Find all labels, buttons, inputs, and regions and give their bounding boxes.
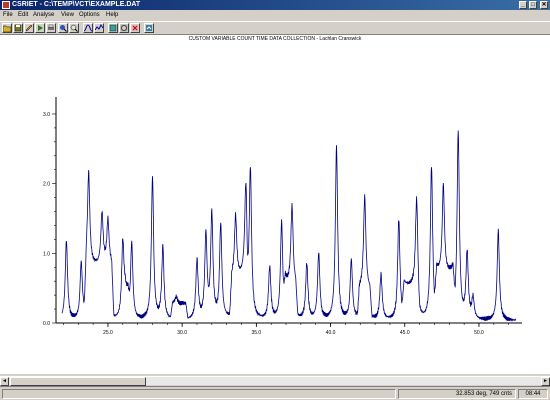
menu-bar: File Edit Analyse View Options Help	[0, 10, 550, 21]
maximize-button[interactable]: □	[529, 1, 537, 9]
zoom-in-button[interactable]	[58, 23, 68, 33]
open-button[interactable]	[2, 23, 12, 33]
minimize-button[interactable]: _	[519, 1, 527, 9]
x-tick-label: 45.0	[400, 330, 410, 336]
cursor-position: 32.853 deg, 749 cnts	[398, 389, 516, 399]
print-icon	[48, 24, 54, 30]
save-button[interactable]	[13, 23, 23, 33]
x-tick-label: 40.0	[326, 330, 336, 336]
export-icon	[146, 25, 152, 31]
x-tick-label: 25.0	[103, 330, 113, 336]
save-icon	[14, 24, 22, 32]
y-tick-label: 1.0	[43, 251, 50, 257]
menu-edit[interactable]: Edit	[18, 10, 28, 21]
menu-file[interactable]: File	[3, 10, 13, 21]
menu-analyse[interactable]: Analyse	[33, 10, 54, 21]
delete-button[interactable]	[130, 23, 140, 33]
smooth-button[interactable]	[94, 23, 104, 33]
horizontal-scrollbar[interactable]: ◄ ►	[0, 376, 550, 386]
run-icon	[38, 25, 43, 31]
app-icon[interactable]	[2, 1, 10, 9]
export-button[interactable]	[144, 23, 154, 33]
status-time: 08:44	[518, 389, 548, 399]
toolbar	[0, 21, 550, 35]
status-message	[2, 389, 396, 399]
curve-fit-button[interactable]	[83, 23, 93, 33]
diffraction-chart: 25.0 30.0 35.0 40.0 45.0 50.0 0.0 1.0 2.0 3.0	[43, 97, 522, 336]
data-series-line	[61, 130, 517, 322]
app-window: CSRIET - C:\TEMP\VCT\EXAMPLE.DAT _ □ ✕ F…	[0, 0, 550, 400]
calculate-icon	[109, 24, 117, 32]
menu-options[interactable]: Options	[79, 10, 100, 21]
title-bar[interactable]: CSRIET - C:\TEMP\VCT\EXAMPLE.DAT _ □ ✕	[0, 0, 550, 10]
zoom-out-icon	[70, 24, 78, 32]
scroll-left-button[interactable]: ◄	[0, 377, 9, 386]
run-button[interactable]	[35, 23, 45, 33]
smooth-icon	[95, 24, 103, 31]
measure-icon	[120, 24, 128, 32]
zoom-out-button[interactable]	[69, 23, 79, 33]
scroll-right-button[interactable]: ►	[541, 377, 550, 386]
y-tick-label: 2.0	[43, 182, 50, 188]
x-tick-label: 35.0	[251, 330, 261, 336]
status-bar: 32.853 deg, 749 cnts 08:44	[0, 386, 550, 400]
plot-area[interactable]: CUSTOM VARIABLE COUNT TIME DATA COLLECTI…	[0, 35, 550, 374]
y-tick-label: 0.0	[43, 321, 50, 327]
close-button[interactable]: ✕	[540, 1, 548, 9]
open-folder-icon	[3, 25, 11, 32]
y-tick-label: 3.0	[43, 112, 50, 118]
curve-fit-icon	[84, 24, 92, 32]
zoom-in-icon	[60, 25, 67, 32]
edit-icon	[25, 24, 33, 32]
x-tick-label: 50.0	[474, 330, 484, 336]
menu-view[interactable]: View	[61, 10, 74, 21]
scroll-thumb[interactable]	[10, 377, 146, 386]
edit-button[interactable]	[24, 23, 34, 33]
delete-icon	[132, 25, 138, 31]
window-title: CSRIET - C:\TEMP\VCT\EXAMPLE.DAT	[12, 1, 141, 8]
x-tick-label: 30.0	[177, 330, 187, 336]
print-button[interactable]	[46, 23, 56, 33]
calculate-button[interactable]	[108, 23, 118, 33]
measure-button[interactable]	[119, 23, 129, 33]
menu-help[interactable]: Help	[106, 10, 118, 21]
